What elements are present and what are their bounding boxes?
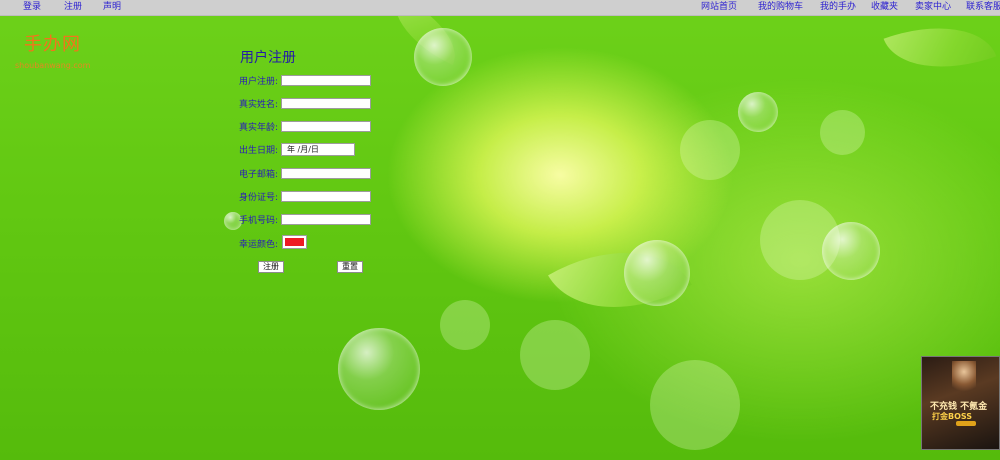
- color-swatch: [285, 238, 304, 246]
- age-input[interactable]: [281, 121, 371, 132]
- birthdate-input[interactable]: 年 /月/日: [281, 143, 355, 156]
- bubble-decoration: [624, 240, 690, 306]
- nav-favorites-link[interactable]: 收藏夹: [871, 0, 898, 15]
- bokeh-decoration: [680, 120, 740, 180]
- register-button[interactable]: 注册: [258, 261, 284, 273]
- phone-input[interactable]: [281, 214, 371, 225]
- ad-character-image: [952, 361, 976, 397]
- lucky-color-label: 幸运颜色:: [239, 240, 279, 250]
- lucky-color-picker[interactable]: [282, 235, 307, 249]
- username-label: 用户注册:: [239, 77, 279, 87]
- form-title: 用户注册: [240, 50, 296, 66]
- bubble-decoration: [414, 28, 472, 86]
- email-input[interactable]: [281, 168, 371, 179]
- floating-ad[interactable]: 不充钱 不氪金 打金BOSS: [921, 356, 1000, 450]
- reset-button[interactable]: 重置: [337, 261, 363, 273]
- nav-my-figures-link[interactable]: 我的手办: [820, 0, 856, 15]
- top-nav-bar: 登录 注册 声明 网站首页 我的购物车 我的手办 收藏夹 卖家中心 联系客服: [0, 0, 1000, 16]
- site-logo[interactable]: 手办网: [24, 30, 81, 56]
- bubble-decoration: [822, 222, 880, 280]
- bokeh-decoration: [820, 110, 865, 155]
- realname-label: 真实姓名:: [239, 100, 279, 110]
- bubble-decoration: [738, 92, 778, 132]
- idcard-label: 身份证号:: [239, 193, 279, 203]
- nav-customer-service-link[interactable]: 联系客服: [966, 0, 1000, 15]
- email-label: 电子邮箱:: [239, 170, 279, 180]
- nav-statement-link[interactable]: 声明: [103, 0, 121, 15]
- bokeh-decoration: [650, 360, 740, 450]
- idcard-input[interactable]: [281, 191, 371, 202]
- nav-home-link[interactable]: 网站首页: [701, 0, 737, 15]
- username-input[interactable]: [281, 75, 371, 86]
- birthdate-label: 出生日期:: [239, 146, 279, 156]
- nav-seller-center-link[interactable]: 卖家中心: [915, 0, 951, 15]
- phone-label: 手机号码:: [239, 216, 279, 226]
- realname-input[interactable]: [281, 98, 371, 109]
- age-label: 真实年龄:: [239, 123, 279, 133]
- ad-play-badge: [956, 421, 976, 426]
- leaf-decoration: [883, 4, 997, 91]
- nav-register-link[interactable]: 注册: [64, 0, 82, 15]
- bokeh-decoration: [440, 300, 490, 350]
- bubble-decoration: [338, 328, 420, 410]
- nav-login-link[interactable]: 登录: [23, 0, 41, 15]
- nav-cart-link[interactable]: 我的购物车: [758, 0, 803, 15]
- bokeh-decoration: [520, 320, 590, 390]
- site-logo-subtitle: shoubanwang.com: [15, 61, 91, 70]
